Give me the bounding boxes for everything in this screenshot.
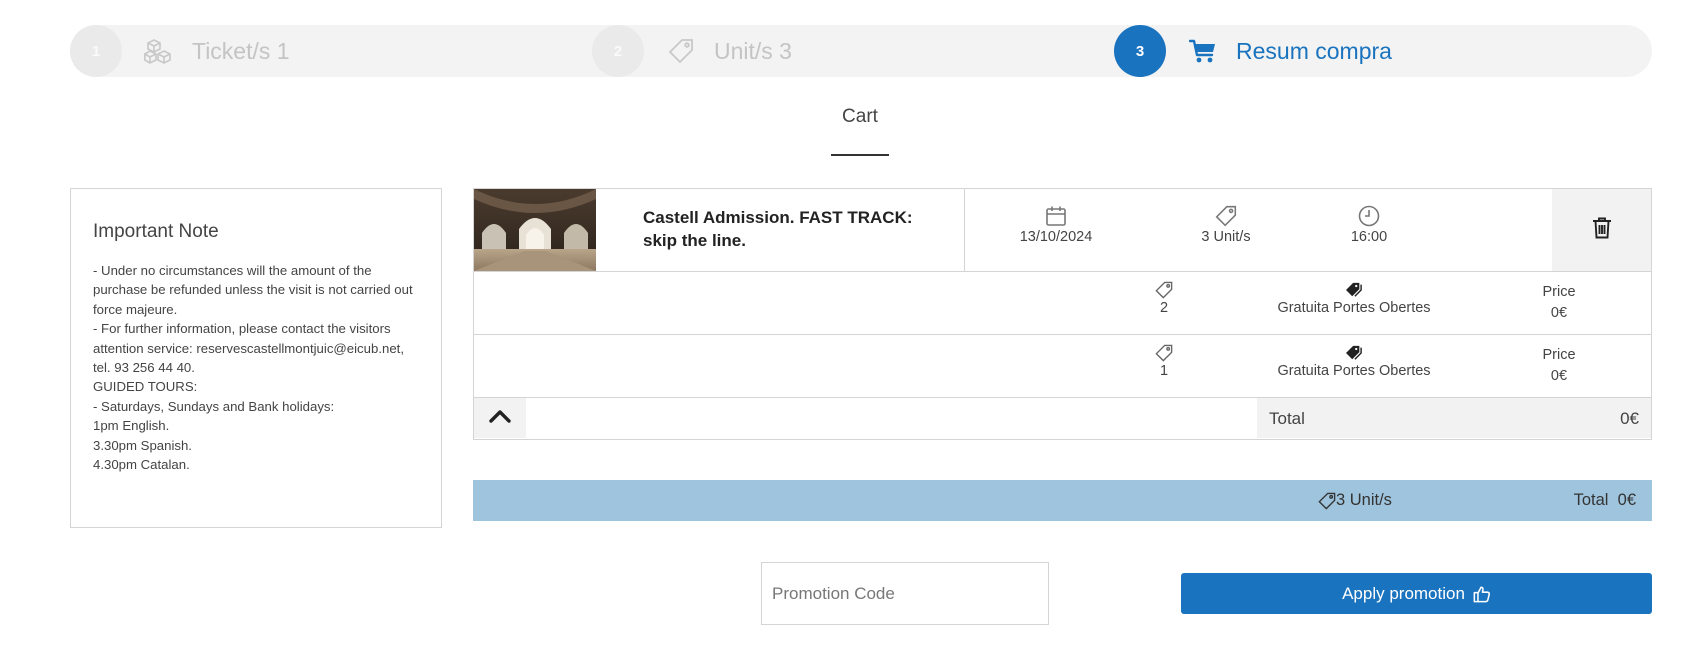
- step-tickets[interactable]: 1 Ticket/s 1: [70, 25, 290, 77]
- step-number: 3: [1114, 25, 1166, 77]
- important-note-panel: Important Note - Under no circumstances …: [70, 188, 442, 528]
- chevron-up-icon: [489, 409, 511, 428]
- note-line: - Under no circumstances will the amount…: [93, 263, 413, 317]
- item-date: 13/10/2024: [1001, 203, 1111, 245]
- item-units: 3 Unit/s: [1171, 203, 1281, 245]
- tag-icon: [664, 34, 698, 68]
- checkout-stepper: 1 Ticket/s 1 2 Unit/s 3 3 Resum compra: [70, 25, 1652, 77]
- ticket-line-price: Price 0€: [1514, 345, 1604, 387]
- summary-total-label: Total: [1573, 491, 1609, 509]
- tag-icon: [1318, 492, 1336, 510]
- tag-icon: [1144, 343, 1184, 363]
- cart-icon: [1186, 34, 1220, 68]
- ticket-line-type: Gratuita Portes Obertes: [1254, 280, 1454, 316]
- product-name: Castell Admission. FAST TRACK: skip the …: [643, 208, 913, 250]
- note-body: - Under no circumstances will the amount…: [93, 261, 419, 474]
- promotion-code-input[interactable]: [761, 562, 1049, 625]
- step-label: Unit/s 3: [714, 37, 792, 64]
- price-value: 0€: [1550, 368, 1568, 384]
- summary-units-value: 3 Unit/s: [1336, 491, 1392, 509]
- ticket-line-qty: 2: [1144, 280, 1184, 316]
- note-title: Important Note: [93, 221, 219, 242]
- note-line: 3.30pm Spanish.: [93, 437, 192, 453]
- note-line: - Saturdays, Sundays and Bank holidays:: [93, 398, 335, 414]
- item-total-row: Total 0€: [473, 398, 1652, 440]
- ticket-line-type-value: Gratuita Portes Obertes: [1277, 300, 1431, 316]
- ticket-line-type: Gratuita Portes Obertes: [1254, 343, 1454, 379]
- price-value: 0€: [1550, 305, 1568, 321]
- tags-icon: [1254, 343, 1454, 363]
- ticket-line-qty-value: 2: [1159, 300, 1169, 316]
- thumbs-up-icon: [1473, 585, 1491, 603]
- summary-total-value: 0€: [1617, 491, 1636, 509]
- clock-icon: [1314, 203, 1424, 229]
- trash-icon: [1592, 217, 1612, 244]
- step-units[interactable]: 2 Unit/s 3: [592, 25, 792, 77]
- ticket-line-qty-value: 1: [1159, 363, 1169, 379]
- tags-icon: [1254, 280, 1454, 300]
- item-total-value: 0€: [1620, 409, 1639, 428]
- ticket-line-row: 1 Gratuita Portes Obertes Price 0€: [473, 335, 1652, 398]
- cart-title: Cart: [842, 106, 878, 127]
- item-total: Total 0€: [1257, 398, 1651, 438]
- cart-title-underline: [831, 154, 889, 156]
- ticket-line-price: Price 0€: [1514, 282, 1604, 324]
- apply-promotion-button[interactable]: Apply promotion: [1181, 573, 1652, 614]
- step-summary[interactable]: 3 Resum compra: [1114, 25, 1392, 77]
- note-line: 1pm English.: [93, 418, 170, 434]
- item-total-label: Total: [1269, 409, 1305, 428]
- note-line: - For further information, please contac…: [93, 321, 404, 376]
- item-units-value: 3 Unit/s: [1201, 229, 1251, 245]
- boxes-icon: [142, 34, 176, 68]
- apply-promotion-label: Apply promotion: [1342, 583, 1465, 603]
- item-time-value: 16:00: [1350, 229, 1388, 245]
- ticket-line-qty: 1: [1144, 343, 1184, 379]
- summary-total: Total 0€: [1574, 491, 1636, 510]
- price-label: Price: [1542, 347, 1576, 363]
- ticket-line-row: 2 Gratuita Portes Obertes Price 0€: [473, 272, 1652, 335]
- product-thumbnail: [474, 189, 596, 271]
- tag-icon: [1171, 203, 1281, 229]
- step-label: Resum compra: [1236, 37, 1392, 64]
- collapse-button[interactable]: [474, 398, 526, 438]
- cart-item: Castell Admission. FAST TRACK: skip the …: [473, 188, 1652, 440]
- note-line: 4.30pm Catalan.: [93, 457, 190, 473]
- calendar-icon: [1001, 203, 1111, 229]
- step-number: 2: [592, 25, 644, 77]
- summary-units: 3 Unit/s: [1318, 491, 1392, 510]
- delete-item-button[interactable]: [1552, 189, 1651, 271]
- step-number: 1: [70, 25, 122, 77]
- divider: [964, 189, 965, 271]
- price-label: Price: [1542, 284, 1576, 300]
- ticket-line-type-value: Gratuita Portes Obertes: [1277, 363, 1431, 379]
- item-date-value: 13/10/2024: [1019, 229, 1093, 245]
- tag-icon: [1144, 280, 1184, 300]
- item-time: 16:00: [1314, 203, 1424, 245]
- cart-item-header-row: Castell Admission. FAST TRACK: skip the …: [473, 188, 1652, 272]
- order-summary-bar: 3 Unit/s Total 0€: [473, 480, 1652, 521]
- step-label: Ticket/s 1: [192, 37, 290, 64]
- note-line: GUIDED TOURS:: [93, 379, 198, 395]
